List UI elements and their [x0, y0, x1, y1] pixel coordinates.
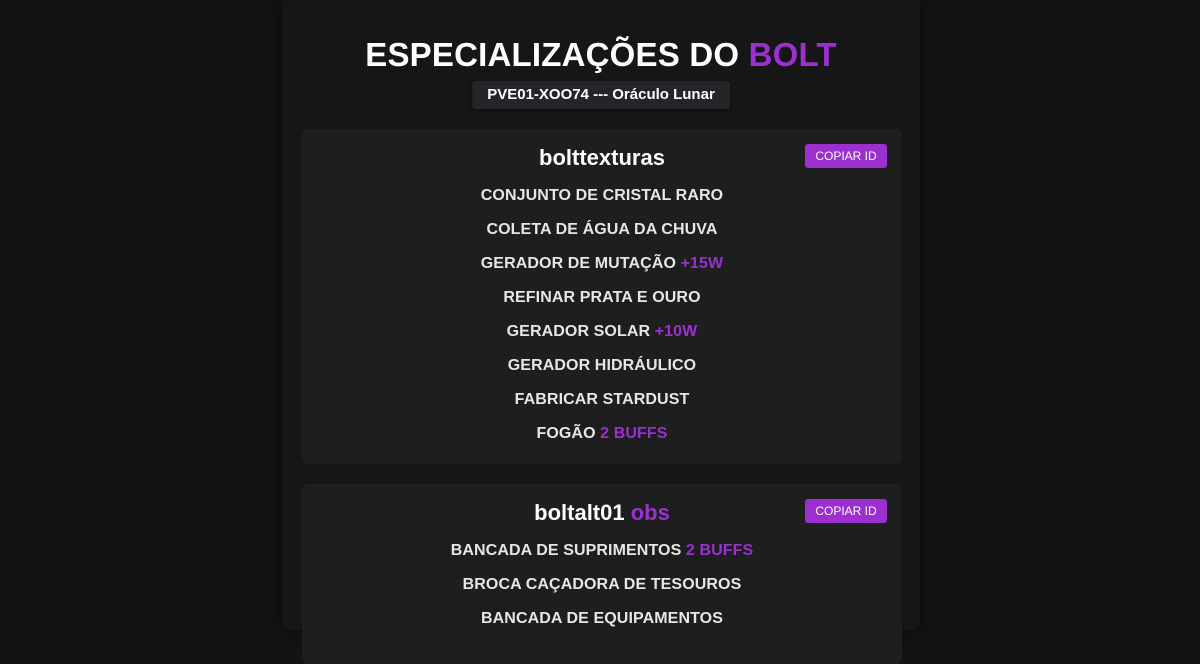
page-title-accent: BOLT — [748, 36, 837, 73]
specialization-list: CONJUNTO DE CRISTAL RARO COLETA DE ÁGUA … — [302, 179, 902, 451]
list-item: FOGÃO 2 BUFFS — [302, 417, 902, 451]
item-label: BANCADA DE EQUIPAMENTOS — [480, 610, 724, 627]
item-bonus: +10W — [654, 323, 698, 340]
list-item: BROCA CAÇADORA DE TESOUROS — [302, 568, 902, 602]
item-label: FABRICAR STARDUST — [514, 391, 690, 408]
specialization-card: boltalt01 obs COPIAR ID BANCADA DE SUPRI… — [302, 484, 902, 664]
page-title: ESPECIALIZAÇÕES DO BOLT — [282, 35, 920, 75]
list-item: BANCADA DE EQUIPAMENTOS — [302, 602, 902, 636]
list-item: BANCADA DE SUPRIMENTOS 2 BUFFS — [302, 534, 902, 568]
item-label: GERADOR SOLAR — [506, 323, 651, 340]
item-label: GERADOR HIDRÁULICO — [507, 357, 697, 374]
item-label: CONJUNTO DE CRISTAL RARO — [480, 187, 724, 204]
item-bonus: 2 BUFFS — [685, 542, 754, 559]
item-bonus: 2 BUFFS — [600, 425, 668, 442]
specialization-list: BANCADA DE SUPRIMENTOS 2 BUFFS BROCA CAÇ… — [302, 534, 902, 636]
list-item: REFINAR PRATA E OURO — [302, 281, 902, 315]
list-item: GERADOR DE MUTAÇÃO +15W — [302, 247, 902, 281]
list-item: GERADOR HIDRÁULICO — [302, 349, 902, 383]
item-label: COLETA DE ÁGUA DA CHUVA — [486, 221, 718, 238]
list-item: COLETA DE ÁGUA DA CHUVA — [302, 213, 902, 247]
card-name: boltalt01 — [534, 500, 625, 525]
main-container: ESPECIALIZAÇÕES DO BOLT PVE01-XOO74 --- … — [282, 0, 920, 664]
list-item: GERADOR SOLAR +10W — [302, 315, 902, 349]
specialization-card: bolttexturas COPIAR ID CONJUNTO DE CRIST… — [302, 129, 902, 464]
item-label: REFINAR PRATA E OURO — [503, 289, 701, 306]
copy-id-button[interactable]: COPIAR ID — [805, 499, 887, 523]
server-badge: PVE01-XOO74 --- Oráculo Lunar — [472, 81, 730, 109]
list-item: CONJUNTO DE CRISTAL RARO — [302, 179, 902, 213]
copy-id-button[interactable]: COPIAR ID — [805, 144, 887, 168]
item-label: BANCADA DE SUPRIMENTOS — [450, 542, 682, 559]
list-item: FABRICAR STARDUST — [302, 383, 902, 417]
card-name-suffix: obs — [630, 500, 670, 525]
card-name: bolttexturas — [539, 145, 665, 170]
item-label: GERADOR DE MUTAÇÃO — [480, 255, 677, 272]
item-bonus: +15W — [680, 255, 724, 272]
item-label: FOGÃO — [536, 425, 596, 442]
item-label: BROCA CAÇADORA DE TESOUROS — [462, 576, 742, 593]
page-title-main: ESPECIALIZAÇÕES DO — [365, 36, 749, 73]
